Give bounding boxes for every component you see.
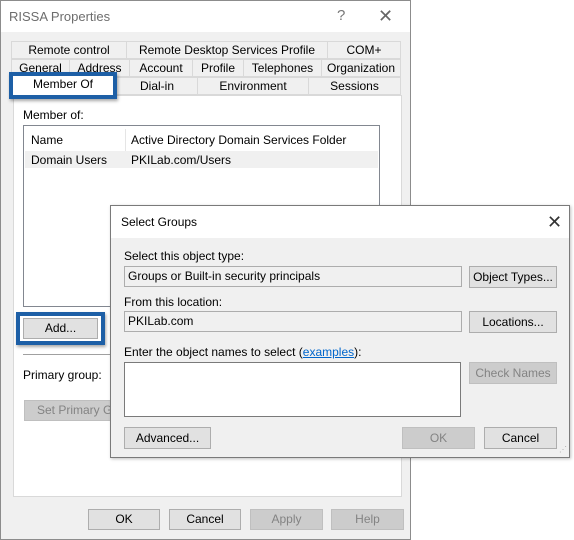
title-bar: RISSA Properties ? ✕ <box>1 1 410 32</box>
row-folder: PKILab.com/Users <box>131 153 232 167</box>
member-of-label: Member of: <box>23 108 84 122</box>
column-header-folder[interactable]: Active Directory Domain Services Folder <box>131 133 346 147</box>
help-button[interactable]: Help <box>331 509 404 530</box>
location-field: PKILab.com <box>124 311 462 332</box>
dialog-title: Select Groups <box>121 215 198 229</box>
object-names-input[interactable] <box>124 362 461 417</box>
window-title: RISSA Properties <box>9 9 111 24</box>
tab-profile[interactable]: Profile <box>192 59 244 77</box>
object-names-label-prefix: Enter the object names to select ( <box>124 345 303 359</box>
cancel-button[interactable]: Cancel <box>169 509 241 530</box>
tab-remote-desktop-services-profile[interactable]: Remote Desktop Services Profile <box>126 41 328 59</box>
row-name: Domain Users <box>31 153 108 167</box>
dialog-ok-button[interactable]: OK <box>402 427 475 449</box>
set-primary-group-button[interactable]: Set Primary Group <box>24 400 124 421</box>
tab-com-plus[interactable]: COM+ <box>327 41 401 59</box>
advanced-button[interactable]: Advanced... <box>124 427 211 449</box>
tab-dial-in[interactable]: Dial-in <box>116 77 198 95</box>
close-icon[interactable]: ✕ <box>378 6 393 27</box>
primary-group-label: Primary group: <box>23 368 102 382</box>
apply-button[interactable]: Apply <box>250 509 323 530</box>
object-names-label-suffix: ): <box>354 345 362 359</box>
tab-remote-control[interactable]: Remote control <box>11 41 127 59</box>
object-type-label: Select this object type: <box>124 249 245 263</box>
dialog-close-icon[interactable]: ✕ <box>547 212 562 233</box>
highlight-member-of-tab: Member Of <box>9 72 117 99</box>
tab-account[interactable]: Account <box>129 59 193 77</box>
resize-grip-icon[interactable]: ⋰ <box>559 446 567 454</box>
dialog-cancel-button[interactable]: Cancel <box>484 427 557 449</box>
help-icon[interactable]: ? <box>337 7 345 24</box>
separator <box>23 354 123 355</box>
object-names-label: Enter the object names to select (exampl… <box>124 345 361 359</box>
highlight-add-button: Add... <box>16 312 105 345</box>
locations-button[interactable]: Locations... <box>469 311 557 333</box>
tab-organization[interactable]: Organization <box>321 59 401 77</box>
list-header: Name Active Directory Domain Services Fo… <box>24 129 379 151</box>
list-row[interactable]: Domain Users PKILab.com/Users <box>25 151 378 168</box>
location-label: From this location: <box>124 295 223 309</box>
column-header-name[interactable]: Name <box>31 133 63 147</box>
column-divider[interactable] <box>125 129 126 151</box>
dialog-title-bar: Select Groups ✕ <box>111 206 569 238</box>
tab-environment[interactable]: Environment <box>197 77 309 95</box>
object-type-field: Groups or Built-in security principals <box>124 266 462 287</box>
select-groups-dialog: Select Groups ✕ Select this object type:… <box>110 205 570 458</box>
check-names-button[interactable]: Check Names <box>469 362 557 384</box>
tab-member-of[interactable]: Member Of <box>13 76 113 95</box>
object-types-button[interactable]: Object Types... <box>469 266 557 288</box>
examples-link[interactable]: examples <box>303 345 354 359</box>
tab-sessions[interactable]: Sessions <box>308 77 401 95</box>
ok-button[interactable]: OK <box>88 509 160 530</box>
tab-telephones[interactable]: Telephones <box>243 59 322 77</box>
add-button[interactable]: Add... <box>23 318 98 339</box>
